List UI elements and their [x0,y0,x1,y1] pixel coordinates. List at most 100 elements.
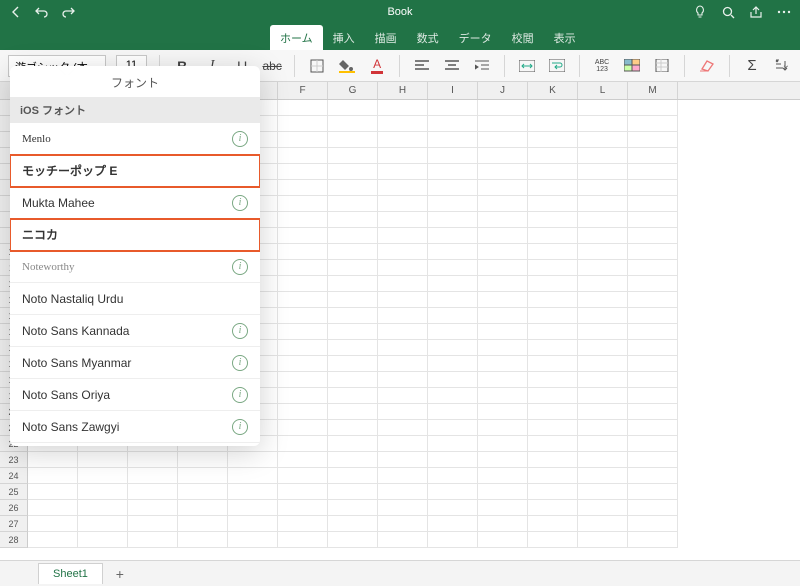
cell[interactable] [478,420,528,436]
cell[interactable] [428,484,478,500]
cell[interactable] [428,116,478,132]
cell[interactable] [428,212,478,228]
cell[interactable] [578,340,628,356]
cell[interactable] [28,532,78,548]
cell[interactable] [528,100,578,116]
cell[interactable] [328,340,378,356]
cell[interactable] [328,436,378,452]
cell[interactable] [428,468,478,484]
cell[interactable] [278,100,328,116]
cell[interactable] [628,276,678,292]
cell[interactable] [128,516,178,532]
cell[interactable] [278,228,328,244]
font-item[interactable]: Noto Nastaliq Urdu [10,283,260,315]
font-item[interactable]: Mukta Maheei [10,187,260,219]
cell[interactable] [428,356,478,372]
lightbulb-icon[interactable] [692,4,708,20]
cell[interactable] [628,468,678,484]
cell[interactable] [528,372,578,388]
merge-button[interactable] [517,55,537,77]
cell[interactable] [628,308,678,324]
cell[interactable] [228,484,278,500]
info-icon[interactable]: i [232,323,248,339]
col-head-I[interactable]: I [428,82,478,99]
cell[interactable] [328,180,378,196]
cell[interactable] [478,500,528,516]
cell[interactable] [578,164,628,180]
cell[interactable] [628,260,678,276]
share-icon[interactable] [748,4,764,20]
cell[interactable] [378,196,428,212]
cell[interactable] [628,420,678,436]
cell[interactable] [578,228,628,244]
cell[interactable] [378,308,428,324]
cell[interactable] [28,452,78,468]
cell[interactable] [278,276,328,292]
col-head-H[interactable]: H [378,82,428,99]
cell[interactable] [328,244,378,260]
cell[interactable] [578,196,628,212]
cell[interactable] [378,116,428,132]
cell[interactable] [528,260,578,276]
cell[interactable] [578,532,628,548]
cell[interactable] [528,132,578,148]
cell[interactable] [478,132,528,148]
cell[interactable] [628,356,678,372]
cell[interactable] [478,180,528,196]
info-icon[interactable]: i [232,355,248,371]
cell[interactable] [378,420,428,436]
cell[interactable] [428,180,478,196]
font-item[interactable]: Menloi [10,123,260,155]
cell[interactable] [128,500,178,516]
cell[interactable] [378,276,428,292]
cell[interactable] [478,532,528,548]
cell[interactable] [428,436,478,452]
col-head-K[interactable]: K [528,82,578,99]
cell[interactable] [528,532,578,548]
cell[interactable] [478,436,528,452]
cell[interactable] [278,356,328,372]
cell[interactable] [328,100,378,116]
cell[interactable] [528,356,578,372]
ribbon-tab-表示[interactable]: 表示 [544,25,586,50]
cell[interactable] [478,212,528,228]
cell[interactable] [628,116,678,132]
cell[interactable] [28,516,78,532]
cell[interactable] [378,356,428,372]
cell[interactable] [478,340,528,356]
cell[interactable] [528,404,578,420]
undo-icon[interactable] [34,4,50,20]
info-icon[interactable]: i [232,259,248,275]
cell[interactable] [578,244,628,260]
cell[interactable] [528,276,578,292]
cell[interactable] [328,452,378,468]
cell[interactable] [278,436,328,452]
cell[interactable] [578,356,628,372]
cell[interactable] [178,484,228,500]
cell[interactable] [178,500,228,516]
cell[interactable] [578,404,628,420]
cell[interactable] [378,260,428,276]
cell[interactable] [428,372,478,388]
autosum-button[interactable]: Σ [742,55,762,77]
cell[interactable] [628,500,678,516]
cell[interactable] [78,532,128,548]
cell[interactable] [278,212,328,228]
ribbon-tab-ホーム[interactable]: ホーム [270,25,323,50]
cell[interactable] [378,228,428,244]
cell[interactable] [478,452,528,468]
cell[interactable] [128,484,178,500]
cell[interactable] [628,388,678,404]
cell[interactable] [278,452,328,468]
back-icon[interactable] [8,4,24,20]
cell[interactable] [328,148,378,164]
cell[interactable] [28,500,78,516]
cell[interactable] [328,324,378,340]
cell[interactable] [478,164,528,180]
cell[interactable] [378,436,428,452]
align-middle-button[interactable] [442,55,462,77]
clear-button[interactable] [697,55,717,77]
cell[interactable] [278,500,328,516]
cell[interactable] [578,436,628,452]
cell[interactable] [528,468,578,484]
